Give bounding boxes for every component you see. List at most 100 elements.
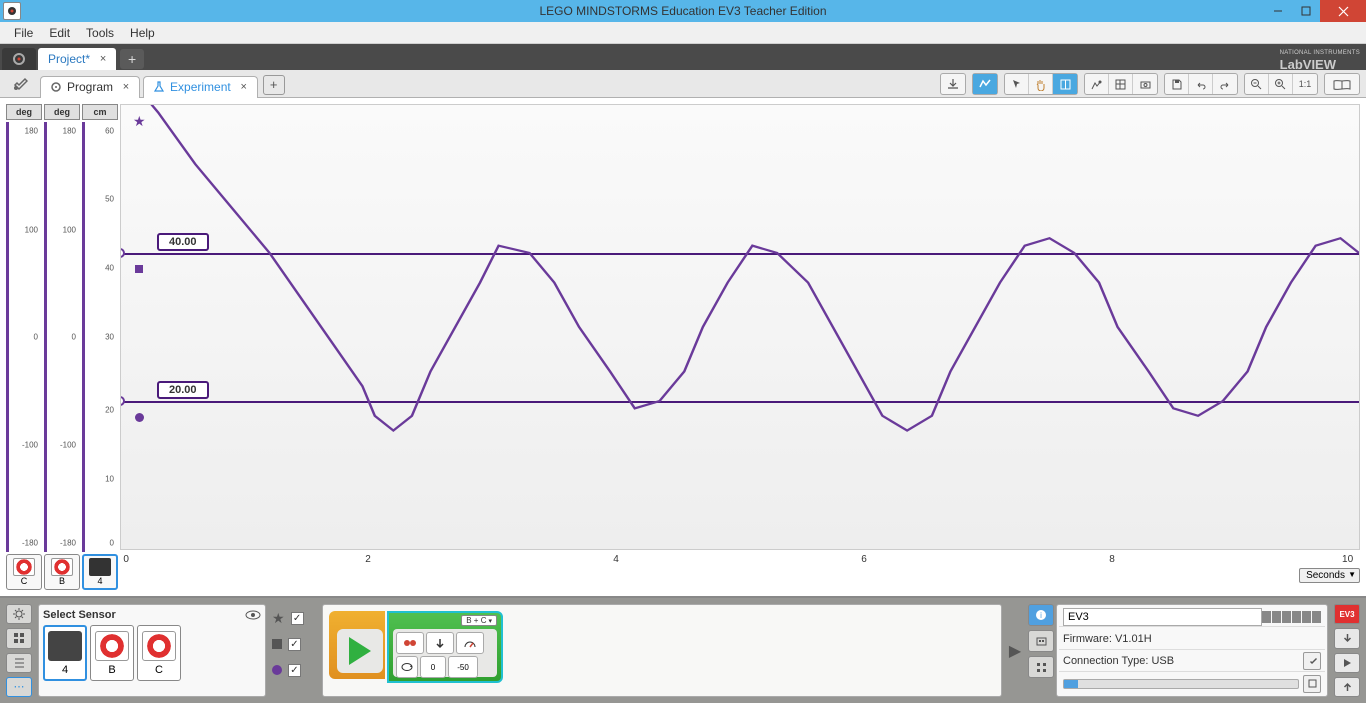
sensor-button-4[interactable]: 4 bbox=[43, 625, 87, 681]
motor-icon bbox=[142, 631, 176, 661]
move-power-input[interactable]: 0 bbox=[420, 656, 446, 678]
ultrasonic-icon bbox=[48, 631, 82, 661]
firmware-row: Firmware: V1.01H bbox=[1059, 629, 1325, 649]
expand-button[interactable]: ⋯ bbox=[6, 677, 32, 697]
graph-mode-button[interactable] bbox=[973, 74, 997, 94]
chart-line bbox=[121, 105, 1359, 549]
project-properties-button[interactable] bbox=[6, 73, 34, 95]
sensor-button-c[interactable]: C bbox=[137, 625, 181, 681]
lobby-tab[interactable] bbox=[2, 48, 36, 70]
run-button[interactable] bbox=[1334, 653, 1360, 673]
tab-program[interactable]: Program × bbox=[40, 76, 140, 98]
run-controls: EV3 bbox=[1334, 604, 1360, 697]
yaxis-sensor-4[interactable]: 4 bbox=[82, 554, 118, 590]
graph-program-area[interactable]: B + C ▾ 0 -50 bbox=[322, 604, 1002, 697]
add-project-tab[interactable]: + bbox=[120, 49, 144, 69]
sensor-select-label: Select Sensor bbox=[43, 609, 116, 621]
list-button[interactable] bbox=[6, 653, 32, 673]
panel-collapse-left[interactable]: ▶ bbox=[1008, 604, 1022, 697]
yaxis-scale-b[interactable]: 180 100 0 -100 -180 bbox=[44, 122, 80, 552]
tab-program-close[interactable]: × bbox=[119, 80, 133, 94]
move-block-ports[interactable]: B + C ▾ bbox=[461, 615, 497, 626]
memory-settings-button[interactable] bbox=[1303, 675, 1321, 693]
star-icon: ★ bbox=[272, 610, 285, 627]
yaxis-sensor-b[interactable]: B bbox=[44, 554, 80, 590]
menu-edit[interactable]: Edit bbox=[41, 22, 78, 44]
legend-row-star[interactable]: ★ ✓ bbox=[272, 608, 316, 628]
brick-name-input[interactable] bbox=[1063, 608, 1262, 626]
pointer-tool[interactable] bbox=[1005, 74, 1029, 94]
yaxis-unit-b[interactable]: deg bbox=[44, 104, 80, 120]
menu-help[interactable]: Help bbox=[122, 22, 163, 44]
analyze-tool[interactable] bbox=[1053, 74, 1077, 94]
minimize-button[interactable] bbox=[1264, 0, 1292, 22]
move-steering-input[interactable]: -50 bbox=[448, 656, 478, 678]
sensor-select-panel: Select Sensor 4 B C bbox=[38, 604, 266, 697]
pan-tool[interactable] bbox=[1029, 74, 1053, 94]
zoom-in-button[interactable] bbox=[1269, 74, 1293, 94]
sensor-button-b[interactable]: B bbox=[90, 625, 134, 681]
start-block[interactable] bbox=[329, 611, 385, 679]
chart-plot[interactable]: 40.00 20.00 ★ bbox=[120, 104, 1360, 550]
menu-tools[interactable]: Tools bbox=[78, 22, 122, 44]
yaxis-unit-c[interactable]: deg bbox=[6, 104, 42, 120]
content-editor-button[interactable] bbox=[1325, 74, 1359, 94]
legend-row-square[interactable]: ✓ bbox=[272, 634, 316, 654]
tab-experiment-close[interactable]: × bbox=[237, 80, 251, 94]
legend-panel: ★ ✓ ✓ ✓ bbox=[272, 604, 316, 697]
play-icon bbox=[349, 637, 371, 665]
eye-icon[interactable] bbox=[245, 610, 261, 620]
ev3-badge: EV3 bbox=[1334, 604, 1360, 624]
upload-button[interactable] bbox=[1334, 677, 1360, 697]
move-mode-icon[interactable] bbox=[396, 632, 424, 654]
grid-button[interactable] bbox=[6, 628, 32, 648]
prediction-tool[interactable] bbox=[1085, 74, 1109, 94]
config-button[interactable] bbox=[6, 604, 32, 624]
motor-icon bbox=[51, 558, 73, 576]
close-button[interactable] bbox=[1320, 0, 1366, 22]
brick-apps-tab[interactable] bbox=[1028, 656, 1054, 678]
palette-tools: ⋯ bbox=[6, 604, 32, 697]
zoom-reset-button[interactable]: 1:1 bbox=[1293, 74, 1317, 94]
flask-icon bbox=[152, 80, 166, 94]
motor-icon bbox=[13, 558, 35, 576]
project-tab-label: Project* bbox=[48, 52, 90, 66]
yaxis-sensor-c[interactable]: C bbox=[6, 554, 42, 590]
zoom-out-button[interactable] bbox=[1245, 74, 1269, 94]
connection-settings-button[interactable] bbox=[1303, 652, 1321, 670]
snapshot-button[interactable] bbox=[1133, 74, 1157, 94]
firmware-value: V1.01H bbox=[1115, 633, 1152, 645]
move-loop-icon[interactable] bbox=[396, 656, 418, 678]
download-button[interactable] bbox=[941, 74, 965, 94]
move-direction-icon[interactable] bbox=[426, 632, 454, 654]
download-to-brick-button[interactable] bbox=[1334, 628, 1360, 648]
xaxis-unit-select[interactable]: Seconds ▼ bbox=[1299, 568, 1360, 583]
add-document-tab[interactable]: + bbox=[263, 75, 285, 95]
dot-icon bbox=[272, 665, 282, 675]
gear-icon bbox=[49, 80, 63, 94]
chevron-down-icon: ▼ bbox=[1348, 570, 1356, 579]
legend-row-dot[interactable]: ✓ bbox=[272, 660, 316, 680]
move-speed-icon[interactable] bbox=[456, 632, 484, 654]
brick-info-tab[interactable]: i bbox=[1028, 604, 1054, 626]
save-button[interactable] bbox=[1165, 74, 1189, 94]
undo-button[interactable] bbox=[1189, 74, 1213, 94]
legend-square-checkbox[interactable]: ✓ bbox=[288, 638, 301, 651]
firmware-label: Firmware: bbox=[1063, 633, 1112, 645]
tab-experiment-label: Experiment bbox=[170, 80, 231, 94]
legend-star-checkbox[interactable]: ✓ bbox=[291, 612, 304, 625]
yaxis-scale-c[interactable]: 180 100 0 -100 -180 bbox=[6, 122, 42, 552]
legend-dot-checkbox[interactable]: ✓ bbox=[288, 664, 301, 677]
redo-button[interactable] bbox=[1213, 74, 1237, 94]
yaxis-scale-4[interactable]: 60 50 40 30 20 10 0 bbox=[82, 122, 118, 552]
project-tab-close[interactable]: × bbox=[96, 52, 110, 66]
memory-row bbox=[1059, 674, 1325, 694]
move-steering-block[interactable]: B + C ▾ 0 -50 bbox=[387, 611, 503, 683]
yaxis-unit-4[interactable]: cm bbox=[82, 104, 118, 120]
menu-file[interactable]: File bbox=[6, 22, 41, 44]
project-tab[interactable]: Project* × bbox=[38, 48, 116, 70]
tab-experiment[interactable]: Experiment × bbox=[143, 76, 258, 98]
maximize-button[interactable] bbox=[1292, 0, 1320, 22]
table-view-button[interactable] bbox=[1109, 74, 1133, 94]
brick-ports-tab[interactable] bbox=[1028, 630, 1054, 652]
